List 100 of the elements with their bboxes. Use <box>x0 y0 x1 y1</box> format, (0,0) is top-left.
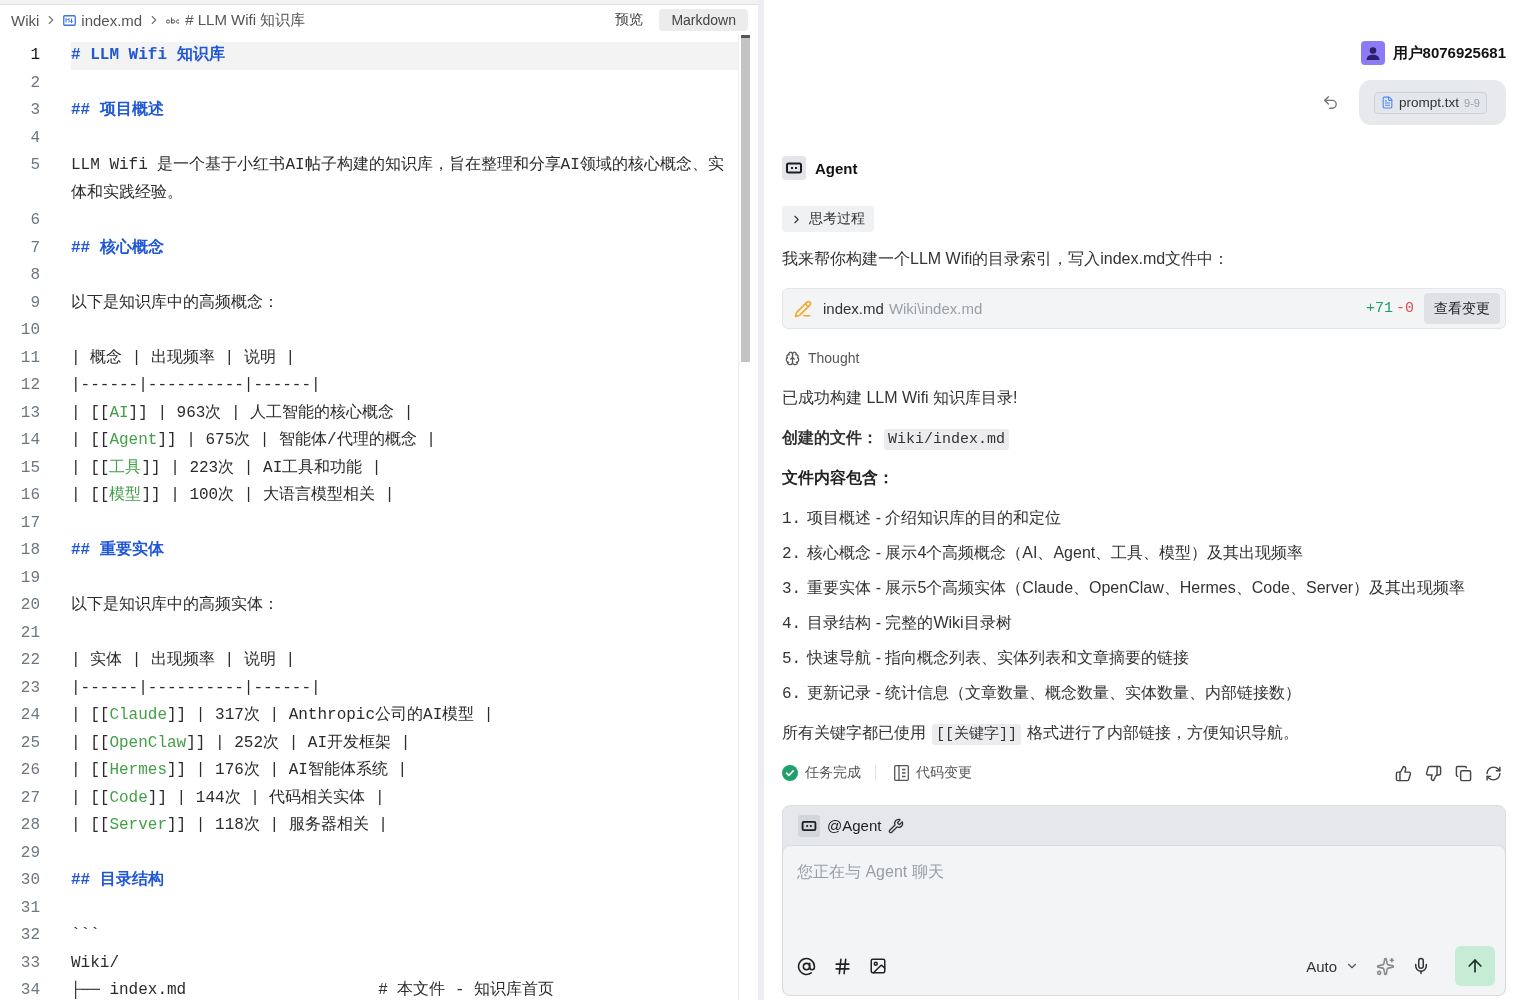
code-line: | [[Claude]] | 317次 | Anthropic公司的AI模型 | <box>71 705 494 726</box>
robot-icon <box>782 156 806 180</box>
line-number: 20 <box>19 595 40 616</box>
pencil-icon <box>794 299 812 318</box>
list-item: 4. 目录结构 - 完整的Wiki目录树 <box>782 613 1013 635</box>
line-number: 34 <box>19 980 40 1000</box>
copy-icon[interactable] <box>1455 764 1472 782</box>
file-chip[interactable]: prompt.txt 9-9 <box>1374 91 1487 114</box>
line-number: 23 <box>19 677 40 699</box>
line-number: 27 <box>19 787 40 809</box>
code-line: ## 重要实体 <box>71 539 164 561</box>
view-mode-button[interactable]: Markdown <box>659 9 748 31</box>
list-item: 6. 更新记录 - 统计信息（文章数量、概念数量、实体数量、内部链接数） <box>782 683 1303 705</box>
line-number: 1 <box>29 45 40 66</box>
code-line: |------|----------|------| <box>71 375 321 396</box>
file-path: Wiki\index.md <box>888 300 983 317</box>
line-number: 16 <box>19 485 40 506</box>
input-area[interactable]: 您正在与 Agent 聊天 Auto <box>782 845 1506 996</box>
code-line: | 实体 | 出现频率 | 说明 | <box>71 650 295 671</box>
thumbs-down-icon[interactable] <box>1425 764 1442 782</box>
line-number: 17 <box>19 512 40 534</box>
code-line: | 概念 | 出现频率 | 说明 | <box>71 347 295 369</box>
user-name: 用户8076925681 <box>1392 43 1506 63</box>
line-number: 19 <box>19 567 40 589</box>
symbol-icon <box>166 16 181 24</box>
line-number: 5 <box>29 155 40 176</box>
list-item: 5. 快速导航 - 指向概念列表、实体列表和文章摘要的链接 <box>782 648 1191 670</box>
line-number: 15 <box>19 457 40 479</box>
mention-icon[interactable] <box>797 956 816 976</box>
breadcrumb-item[interactable]: Wiki <box>11 11 40 29</box>
sparkle-icon[interactable] <box>1376 956 1395 976</box>
paragraph: 创建的文件： Wiki/index.md <box>782 426 1506 450</box>
view-changes-button[interactable]: 查看变更 <box>1424 293 1500 324</box>
view-mode-button[interactable]: 预览 <box>603 9 656 31</box>
line-number: 30 <box>19 870 40 891</box>
line-number: 10 <box>19 320 40 341</box>
line-number: 13 <box>19 402 40 424</box>
line-number: 6 <box>29 210 40 231</box>
send-button[interactable] <box>1455 946 1495 986</box>
code-line: ## 目录结构 <box>71 869 164 891</box>
code-line: ├── index.md # 本文件 - 知识库首页 <box>71 979 555 1000</box>
line-number: 21 <box>19 622 40 644</box>
line-number: 26 <box>19 760 40 781</box>
code-changes-button[interactable]: 代码变更 <box>894 764 972 782</box>
code-line: ## 核心概念 <box>71 237 164 259</box>
code-line: | [[OpenClaw]] | 252次 | AI开发框架 | <box>71 732 411 754</box>
message-input[interactable]: 您正在与 Agent 聊天 <box>797 860 1495 946</box>
scrollbar-thumb[interactable] <box>741 35 750 362</box>
microphone-icon[interactable] <box>1412 957 1430 975</box>
code-line: | [[Code]] | 144次 | 代码相关实体 | <box>71 787 385 809</box>
paragraph: 所有关键字都已使用 [[关键字]] 格式进行了内部链接，方便知识导航。 <box>782 723 1300 745</box>
line-number: 11 <box>19 347 40 369</box>
line-number: 29 <box>19 842 40 864</box>
line-number: 3 <box>29 100 40 121</box>
list-item: 2. 核心概念 - 展示4个高频概念（AI、Agent、工具、模型）及其出现频率 <box>782 543 1305 565</box>
line-number: 9 <box>29 292 40 314</box>
code-line: ``` <box>71 925 100 946</box>
line-number: 4 <box>29 127 40 149</box>
code-line: ## 项目概述 <box>71 99 164 121</box>
list-item: 1. 项目概述 - 介绍知识库的目的和定位 <box>782 508 1063 530</box>
refresh-icon[interactable] <box>1485 764 1502 782</box>
robot-icon <box>798 814 820 837</box>
line-number: 22 <box>19 650 40 671</box>
line-range: 9-9 <box>1464 96 1480 109</box>
status-label: 任务完成 <box>805 764 861 782</box>
list-panel-icon <box>894 765 909 781</box>
file-icon <box>1381 96 1395 109</box>
undo-icon[interactable] <box>1322 94 1340 111</box>
section-heading: 文件内容包含： <box>782 468 895 488</box>
code-line: LLM Wifi 是一个基于小红书AI帖子构建的知识库，旨在整理和分享AI领域的核心概念、实体和实践经验。 <box>71 154 725 204</box>
line-number: 8 <box>29 265 40 286</box>
model-select[interactable]: Auto <box>1306 957 1359 975</box>
code-line: Wiki/ <box>71 952 119 974</box>
list-item: 3. 重要实体 - 展示5个高频实体（Claude、OpenClaw、Hermes、Code、Server）及其出现频率 <box>782 578 1467 600</box>
hash-icon[interactable] <box>833 956 852 976</box>
code-line: 以下是知识库中的高频概念： <box>71 292 279 314</box>
agent-name: Agent <box>815 159 858 177</box>
line-number: 33 <box>19 952 40 974</box>
thumbs-up-icon[interactable] <box>1395 764 1412 782</box>
code-line: 以下是知识库中的高频实体： <box>71 594 279 616</box>
line-number: 12 <box>19 375 40 396</box>
breadcrumb-item[interactable]: # LLM Wifi 知识库 <box>185 10 306 30</box>
line-number: 14 <box>19 430 40 451</box>
code-line: | [[Server]] | 118次 | 服务器相关 | <box>71 814 388 836</box>
paragraph: 我来帮你构建一个LLM Wifi的目录索引，写入index.md文件中： <box>782 249 1231 269</box>
line-number: 7 <box>29 237 40 259</box>
image-icon[interactable] <box>869 957 887 975</box>
code-line: # LLM Wifi 知识库 <box>71 44 225 66</box>
code-line: | [[Hermes]] | 176次 | AI智能体系统 | <box>71 759 408 781</box>
markdown-file-icon <box>63 14 77 26</box>
paragraph: 已成功构建 LLM Wifi 知识库目录! <box>782 388 1019 408</box>
wrench-icon[interactable] <box>888 817 905 834</box>
brain-icon <box>785 350 800 366</box>
line-number: 25 <box>19 732 40 754</box>
thought-label: Thought <box>808 350 860 366</box>
added-count: +71 <box>1365 300 1393 317</box>
thinking-toggle[interactable]: 思考过程 <box>782 206 874 232</box>
breadcrumb-item[interactable]: index.md <box>81 11 143 29</box>
line-number: 32 <box>19 925 40 946</box>
agent-mention[interactable]: @Agent <box>827 817 882 834</box>
